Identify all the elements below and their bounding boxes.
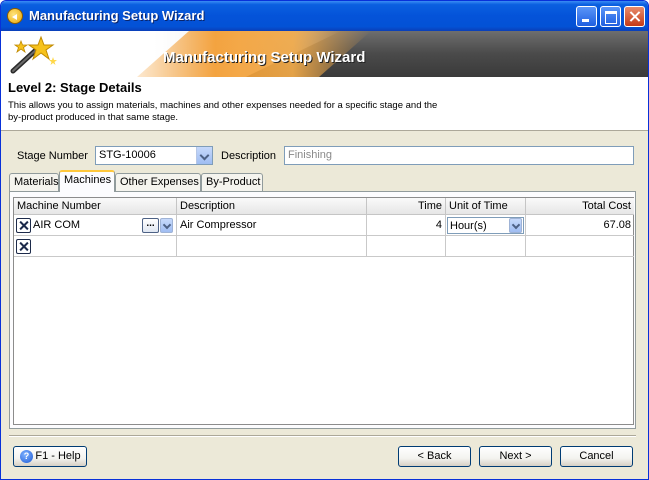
delete-row-icon[interactable] <box>16 239 31 254</box>
column-header-description[interactable]: Description <box>177 198 367 215</box>
column-header-total-cost[interactable]: Total Cost <box>526 198 634 215</box>
chevron-down-icon[interactable] <box>196 147 212 164</box>
window-title: Manufacturing Setup Wizard <box>29 8 205 23</box>
total-cost-cell[interactable] <box>526 236 634 257</box>
description-cell[interactable] <box>177 236 367 257</box>
table-row[interactable]: AIR COM ... <box>14 215 177 236</box>
help-button[interactable]: ? F1 - Help <box>13 446 87 467</box>
close-button[interactable] <box>624 6 645 27</box>
level-description-line-1: This allows you to assign materials, mac… <box>8 100 438 111</box>
machines-tab-panel: Machine Number Description Time Unit of … <box>9 191 636 429</box>
level-title: Level 2: Stage Details <box>8 80 142 95</box>
tab-by-product[interactable]: By-Product <box>201 173 263 191</box>
time-cell[interactable] <box>367 236 446 257</box>
column-header-time[interactable]: Time <box>367 198 446 215</box>
level-description: This allows you to assign materials, mac… <box>8 100 478 124</box>
unit-of-time-cell[interactable]: Hour(s) <box>446 215 526 236</box>
banner-title: Manufacturing Setup Wizard <box>163 49 366 66</box>
next-button[interactable]: Next > <box>479 446 552 467</box>
machine-number-value: AIR COM <box>33 219 81 231</box>
delete-row-icon[interactable] <box>16 218 31 233</box>
footer-separator <box>9 435 636 437</box>
back-button[interactable]: < Back <box>398 446 471 467</box>
total-cost-cell[interactable]: 67.08 <box>526 215 634 236</box>
chevron-down-icon[interactable] <box>160 218 173 233</box>
ellipsis-icon[interactable]: ... <box>142 218 159 233</box>
tab-materials[interactable]: Materials <box>9 173 59 191</box>
tab-other-expenses[interactable]: Other Expenses <box>115 173 201 191</box>
description-input[interactable]: Finishing <box>284 146 634 165</box>
wizard-window: Manufacturing Setup Wizard Manufacturing… <box>0 0 649 480</box>
wizard-banner: Manufacturing Setup Wizard <box>1 31 648 77</box>
minimize-button[interactable] <box>576 6 597 27</box>
magic-wand-icon <box>10 35 57 74</box>
description-cell[interactable]: Air Compressor <box>177 215 367 236</box>
stage-number-label: Stage Number <box>17 150 88 162</box>
unit-of-time-value: Hour(s) <box>450 220 487 232</box>
chevron-down-icon[interactable] <box>509 218 522 233</box>
column-header-unit-of-time[interactable]: Unit of Time <box>446 198 526 215</box>
description-label: Description <box>221 150 277 162</box>
table-row[interactable] <box>14 236 177 257</box>
stage-number-value: STG-10006 <box>99 149 156 161</box>
cancel-button[interactable]: Cancel <box>560 446 633 467</box>
column-header-machine-number[interactable]: Machine Number <box>14 198 177 215</box>
stage-number-combobox[interactable]: STG-10006 <box>95 146 213 165</box>
title-bar[interactable]: Manufacturing Setup Wizard <box>1 1 648 31</box>
tab-machines[interactable]: Machines <box>59 170 115 192</box>
unit-of-time-combobox[interactable]: Hour(s) <box>447 217 524 234</box>
level-description-line-2: by-product produced in that same stage. <box>8 112 179 123</box>
level-header: Level 2: Stage Details This allows you t… <box>1 77 648 131</box>
time-cell[interactable]: 4 <box>367 215 446 236</box>
help-icon: ? <box>20 450 33 463</box>
machines-grid: Machine Number Description Time Unit of … <box>13 197 634 425</box>
unit-of-time-cell[interactable] <box>446 236 526 257</box>
maximize-button[interactable] <box>600 6 621 27</box>
app-icon <box>7 8 23 24</box>
